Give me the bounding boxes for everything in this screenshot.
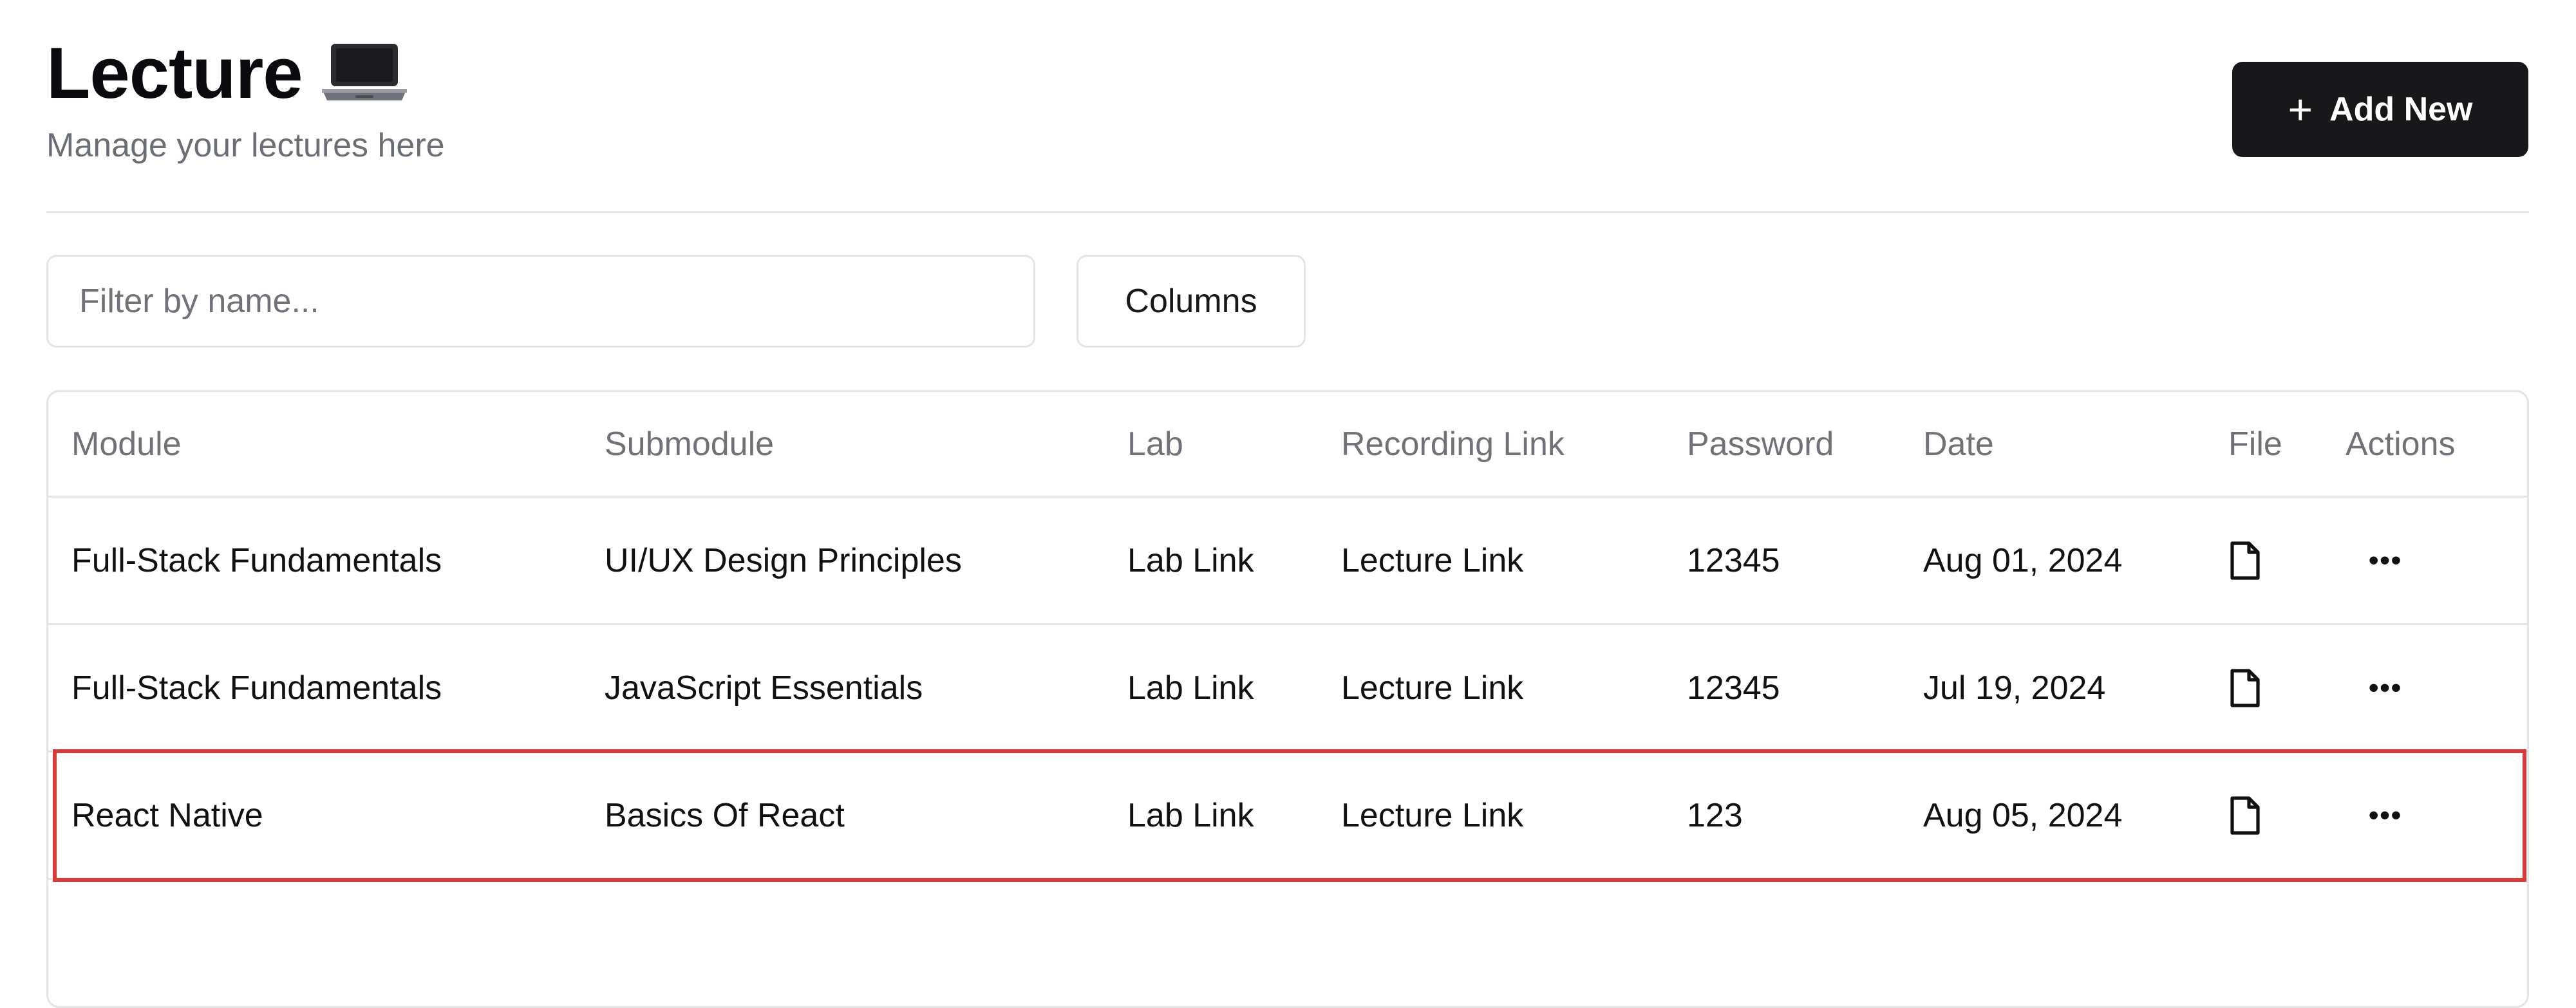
lab-link[interactable]: Lab Link [1127,752,1254,878]
laptop-icon [321,44,407,100]
more-horizontal-icon: ••• [2369,544,2403,576]
column-header-password[interactable]: Password [1687,392,1834,496]
table-row[interactable]: Full-Stack Fundamentals UI/UX Design Pri… [48,498,2527,625]
cell-submodule: UI/UX Design Principles [605,541,962,579]
column-header-actions: Actions [2346,425,2456,463]
table-header-row: Module Submodule Lab Recording Link Pass… [48,392,2527,498]
lecture-link[interactable]: Lecture Link [1341,625,1523,751]
file-icon [2230,796,2260,835]
columns-button[interactable]: Columns [1076,255,1306,348]
column-header-lab[interactable]: Lab [1127,392,1183,496]
row-actions-button[interactable]: ••• [2346,498,2402,623]
file-icon [2230,541,2260,580]
column-header-date[interactable]: Date [1923,392,1994,496]
row-actions-button[interactable]: ••• [2346,625,2402,751]
cell-password: 123 [1687,796,1743,834]
cell-password: 12345 [1687,669,1780,707]
table-row[interactable]: Full-Stack Fundamentals JavaScript Essen… [48,625,2527,752]
add-new-button[interactable]: + Add New [2232,62,2528,157]
page-header: Lecture [46,37,409,109]
column-header-module[interactable]: Module [71,392,182,496]
more-horizontal-icon: ••• [2369,799,2403,831]
page-subtitle: Manage your lectures here [46,127,445,164]
cell-password: 12345 [1687,541,1780,579]
lab-link[interactable]: Lab Link [1127,625,1254,751]
filter-input[interactable] [46,255,1035,348]
column-header-recording-link[interactable]: Recording Link [1341,392,1565,496]
lecture-link[interactable]: Lecture Link [1341,752,1523,878]
page-title: Lecture [46,33,303,113]
file-button[interactable] [2228,498,2262,623]
file-button[interactable] [2228,752,2262,878]
cell-date: Jul 19, 2024 [1923,669,2106,707]
table-row[interactable]: React Native Basics Of React Lab Link Le… [48,752,2527,880]
add-new-label: Add New [2329,91,2473,128]
cell-submodule: Basics Of React [605,796,845,834]
file-icon [2230,668,2260,707]
lectures-table: Module Submodule Lab Recording Link Pass… [46,390,2529,1008]
header-divider [46,211,2529,213]
column-header-submodule[interactable]: Submodule [605,392,774,496]
cell-date: Aug 01, 2024 [1923,541,2123,579]
cell-module: Full-Stack Fundamentals [71,541,442,579]
cell-submodule: JavaScript Essentials [605,669,923,707]
lecture-link[interactable]: Lecture Link [1341,498,1523,623]
cell-module: React Native [71,796,263,834]
cell-module: Full-Stack Fundamentals [71,669,442,707]
file-button[interactable] [2228,625,2262,751]
row-actions-button[interactable]: ••• [2346,752,2402,878]
lecture-page: Lecture Manage your lectures here + Add … [0,0,2576,1008]
column-header-file[interactable]: File [2228,392,2282,496]
lab-link[interactable]: Lab Link [1127,498,1254,623]
cell-date: Aug 05, 2024 [1923,796,2123,834]
more-horizontal-icon: ••• [2369,671,2403,704]
plus-icon: + [2288,86,2313,133]
